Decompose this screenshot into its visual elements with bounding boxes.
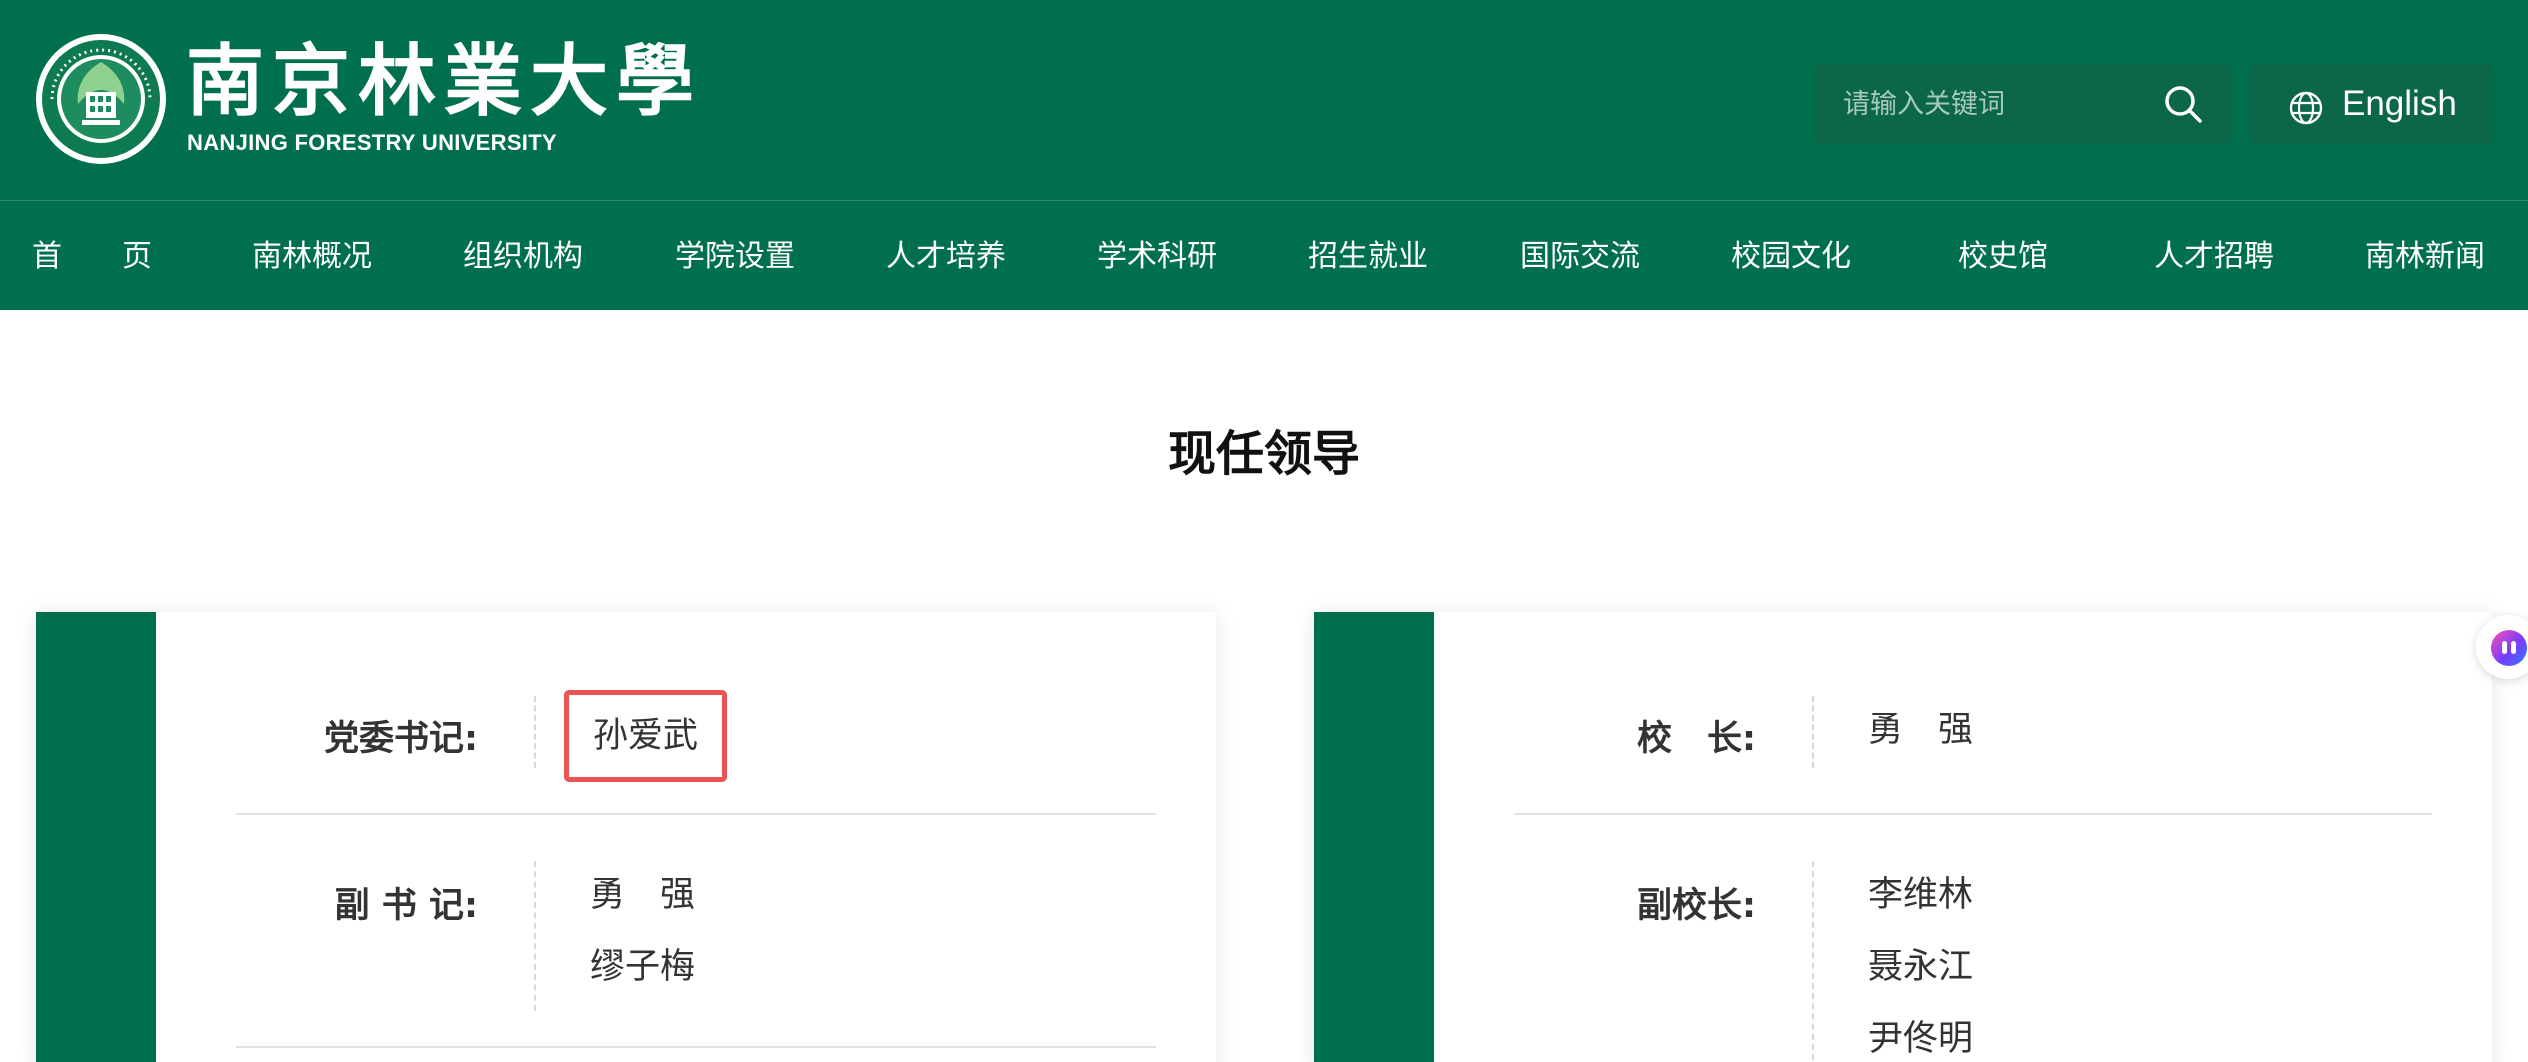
assistant-eye	[2502, 641, 2507, 654]
row-divider	[1812, 696, 1814, 768]
nav-item-campus-culture[interactable]: 校园文化	[1731, 201, 1851, 311]
english-language-button[interactable]: English	[2250, 64, 2494, 144]
page-title: 现任领导	[1167, 426, 1360, 482]
leader-role-label: 校 长:	[1637, 719, 1756, 759]
search-icon[interactable]	[2163, 84, 2203, 124]
leader-role-label: 副 书 记:	[334, 886, 478, 926]
leader-names: 李维林 聂永江 尹佟明	[1868, 859, 1973, 1062]
logo-chinese-name[interactable]: 南京林業大學	[186, 34, 702, 130]
card-accent-bar	[1314, 612, 1434, 1062]
row-divider	[534, 696, 536, 768]
leader-name[interactable]: 聂永江	[1868, 931, 1973, 1003]
english-label: English	[2342, 84, 2457, 123]
nav-item-recruitment[interactable]: 人才招聘	[2154, 201, 2274, 311]
university-emblem-icon[interactable]	[34, 32, 168, 166]
assistant-eye	[2511, 641, 2516, 654]
administration-leadership-list: 校 长: 勇 强 副校长: 李维林 聂永江 尹佟明	[1514, 612, 2432, 1062]
leader-name[interactable]: 勇 强	[590, 859, 695, 931]
search-box	[1813, 64, 2231, 144]
leader-role-label: 副校长:	[1637, 886, 1756, 926]
nav-item-organization[interactable]: 组织机构	[463, 201, 583, 311]
nav-item-admissions[interactable]: 招生就业	[1308, 201, 1428, 311]
nav-item-news[interactable]: 南林新闻	[2365, 201, 2485, 311]
nav-item-international[interactable]: 国际交流	[1520, 201, 1640, 311]
nav-item-overview[interactable]: 南林概况	[252, 201, 372, 311]
leader-row-deputy-secretary: 副 书 记: 勇 强 缪子梅	[236, 815, 1156, 1048]
assistant-icon	[2491, 630, 2527, 666]
leader-name[interactable]: 缪子梅	[590, 931, 695, 1003]
leader-name-party-secretary[interactable]: 孙爱武	[564, 690, 728, 782]
nav-item-colleges[interactable]: 学院设置	[675, 201, 795, 311]
site-header: 南京林業大學 NANJING FORESTRY UNIVERSITY Engli…	[0, 0, 2528, 200]
logo-english-name[interactable]: NANJING FORESTRY UNIVERSITY	[187, 130, 557, 156]
leader-name[interactable]: 李维林	[1868, 859, 1973, 931]
leader-names: 勇 强	[1868, 694, 1973, 766]
leader-names: 孙爱武	[564, 690, 728, 782]
leader-name[interactable]: 尹佟明	[1868, 1003, 1973, 1062]
row-divider	[534, 861, 536, 1011]
leader-name-president[interactable]: 勇 强	[1868, 694, 1973, 766]
globe-icon	[2289, 91, 2323, 125]
card-accent-bar	[36, 612, 156, 1062]
row-divider	[1812, 861, 1814, 1062]
nav-item-research[interactable]: 学术科研	[1097, 201, 1217, 311]
party-leadership-list: 党委书记: 孙爱武 副 书 记: 勇 强 缪子梅	[236, 612, 1156, 1048]
leader-row-president: 校 长: 勇 强	[1514, 612, 2432, 815]
search-input[interactable]	[1843, 64, 2163, 144]
leader-row-vice-president: 副校长: 李维林 聂永江 尹佟明	[1514, 815, 2432, 1062]
leader-role-label: 党委书记:	[324, 719, 478, 759]
leader-names: 勇 强 缪子梅	[590, 859, 695, 1003]
nav-item-education[interactable]: 人才培养	[886, 201, 1006, 311]
nav-item-history-museum[interactable]: 校史馆	[1958, 201, 2048, 311]
nav-item-home[interactable]: 首 页	[32, 201, 152, 311]
party-leadership-card: 党委书记: 孙爱武 副 书 记: 勇 强 缪子梅	[36, 612, 1216, 1062]
leader-row-party-secretary: 党委书记: 孙爱武	[236, 612, 1156, 815]
main-navigation: 首 页 南林概况 组织机构 学院设置 人才培养 学术科研 招生就业 国际交流 校…	[0, 200, 2528, 310]
administration-leadership-card: 校 长: 勇 强 副校长: 李维林 聂永江 尹佟明	[1314, 612, 2492, 1062]
